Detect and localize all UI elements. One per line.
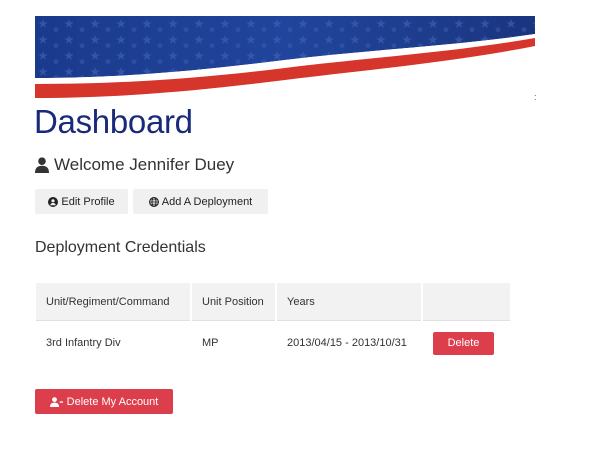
section-title: Deployment Credentials <box>35 239 206 256</box>
user-circle-icon <box>48 196 59 207</box>
delete-deployment-button[interactable]: Delete <box>433 331 494 355</box>
cell-actions: Delete <box>423 321 510 365</box>
cell-years: 2013/04/15 - 2013/10/31 <box>287 337 407 349</box>
user-icon <box>35 157 49 173</box>
column-header-years: Years <box>277 283 421 321</box>
flag-banner <box>35 16 535 98</box>
credentials-table: Unit/Regiment/Command Unit Position Year… <box>34 283 512 365</box>
add-deployment-button[interactable]: Add A Deployment <box>133 189 268 214</box>
delete-account-label: Delete My Account <box>66 395 159 408</box>
cell-position: MP <box>202 337 219 349</box>
edit-profile-label: Edit Profile <box>61 195 115 208</box>
column-header-position: Unit Position <box>192 283 275 321</box>
column-header-actions <box>423 283 510 321</box>
flag-banner-graphic <box>35 16 535 98</box>
user-minus-icon <box>49 396 63 407</box>
stray-mark: : <box>534 92 537 102</box>
page-title: Dashboard <box>34 103 193 140</box>
table-header-row: Unit/Regiment/Command Unit Position Year… <box>36 283 510 321</box>
welcome-message: Welcome Jennifer Duey <box>35 155 234 175</box>
column-header-unit: Unit/Regiment/Command <box>36 283 190 321</box>
add-deployment-label: Add A Deployment <box>161 195 253 208</box>
edit-profile-button[interactable]: Edit Profile <box>35 189 128 214</box>
table-row: 3rd Infantry Div MP 2013/04/15 - 2013/10… <box>36 321 510 365</box>
delete-account-button[interactable]: Delete My Account <box>35 389 173 414</box>
welcome-text: Welcome Jennifer Duey <box>54 155 235 174</box>
cell-unit: 3rd Infantry Div <box>46 337 121 349</box>
globe-icon <box>148 196 159 207</box>
